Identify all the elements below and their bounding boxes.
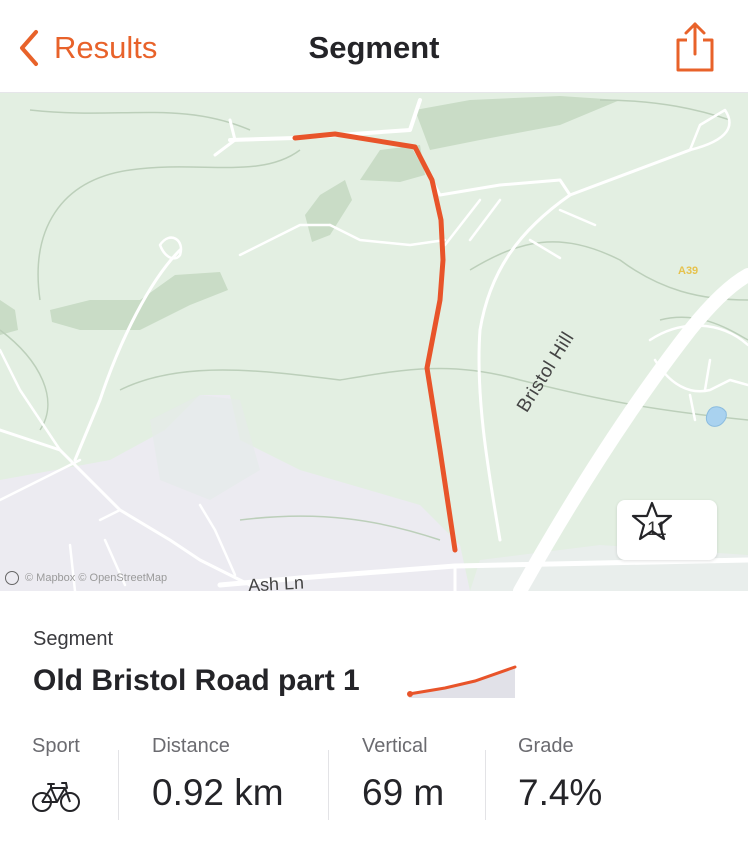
navigation-bar: Results Segment — [0, 0, 748, 93]
page-title: Segment — [308, 30, 440, 65]
stat-grade-value: 7.4% — [518, 772, 603, 813]
stat-distance: Distance 0.92 km — [152, 735, 284, 814]
mapbox-logo-icon — [5, 571, 19, 585]
stat-vertical: Vertical 69 m — [362, 735, 444, 814]
stat-divider — [118, 750, 119, 820]
stat-divider — [328, 750, 329, 820]
star-button[interactable]: 11 — [617, 500, 717, 560]
star-icon — [631, 501, 673, 541]
road-label-ash-ln: Ash Ln — [247, 572, 305, 591]
share-icon[interactable] — [672, 20, 718, 74]
stat-distance-value: 0.92 km — [152, 772, 284, 813]
segment-caption: Segment — [33, 628, 114, 650]
stat-sport-label: Sport — [32, 735, 80, 757]
segment-stats: Sport Distance 0.92 km Vertical 69 m Gra… — [0, 735, 748, 820]
attribution-text: © Mapbox © OpenStreetMap — [25, 572, 168, 584]
bicycle-icon — [32, 782, 80, 812]
stat-vertical-label: Vertical — [362, 735, 428, 757]
segment-map[interactable]: Bristol Hill A39 © Mapbox © OpenStreetMa… — [0, 93, 748, 591]
map-attribution[interactable]: © Mapbox © OpenStreetMap — [5, 571, 167, 585]
stat-sport: Sport — [32, 735, 80, 758]
stat-distance-label: Distance — [152, 735, 230, 757]
stat-grade: Grade 7.4% — [518, 735, 602, 814]
stat-grade-label: Grade — [518, 735, 574, 757]
elevation-profile — [407, 665, 517, 698]
stat-vertical-value: 69 m — [362, 772, 445, 813]
stat-divider — [485, 750, 486, 820]
segment-name: Old Bristol Road part 1 — [33, 664, 360, 697]
route-badge-a39: A39 — [678, 265, 699, 277]
